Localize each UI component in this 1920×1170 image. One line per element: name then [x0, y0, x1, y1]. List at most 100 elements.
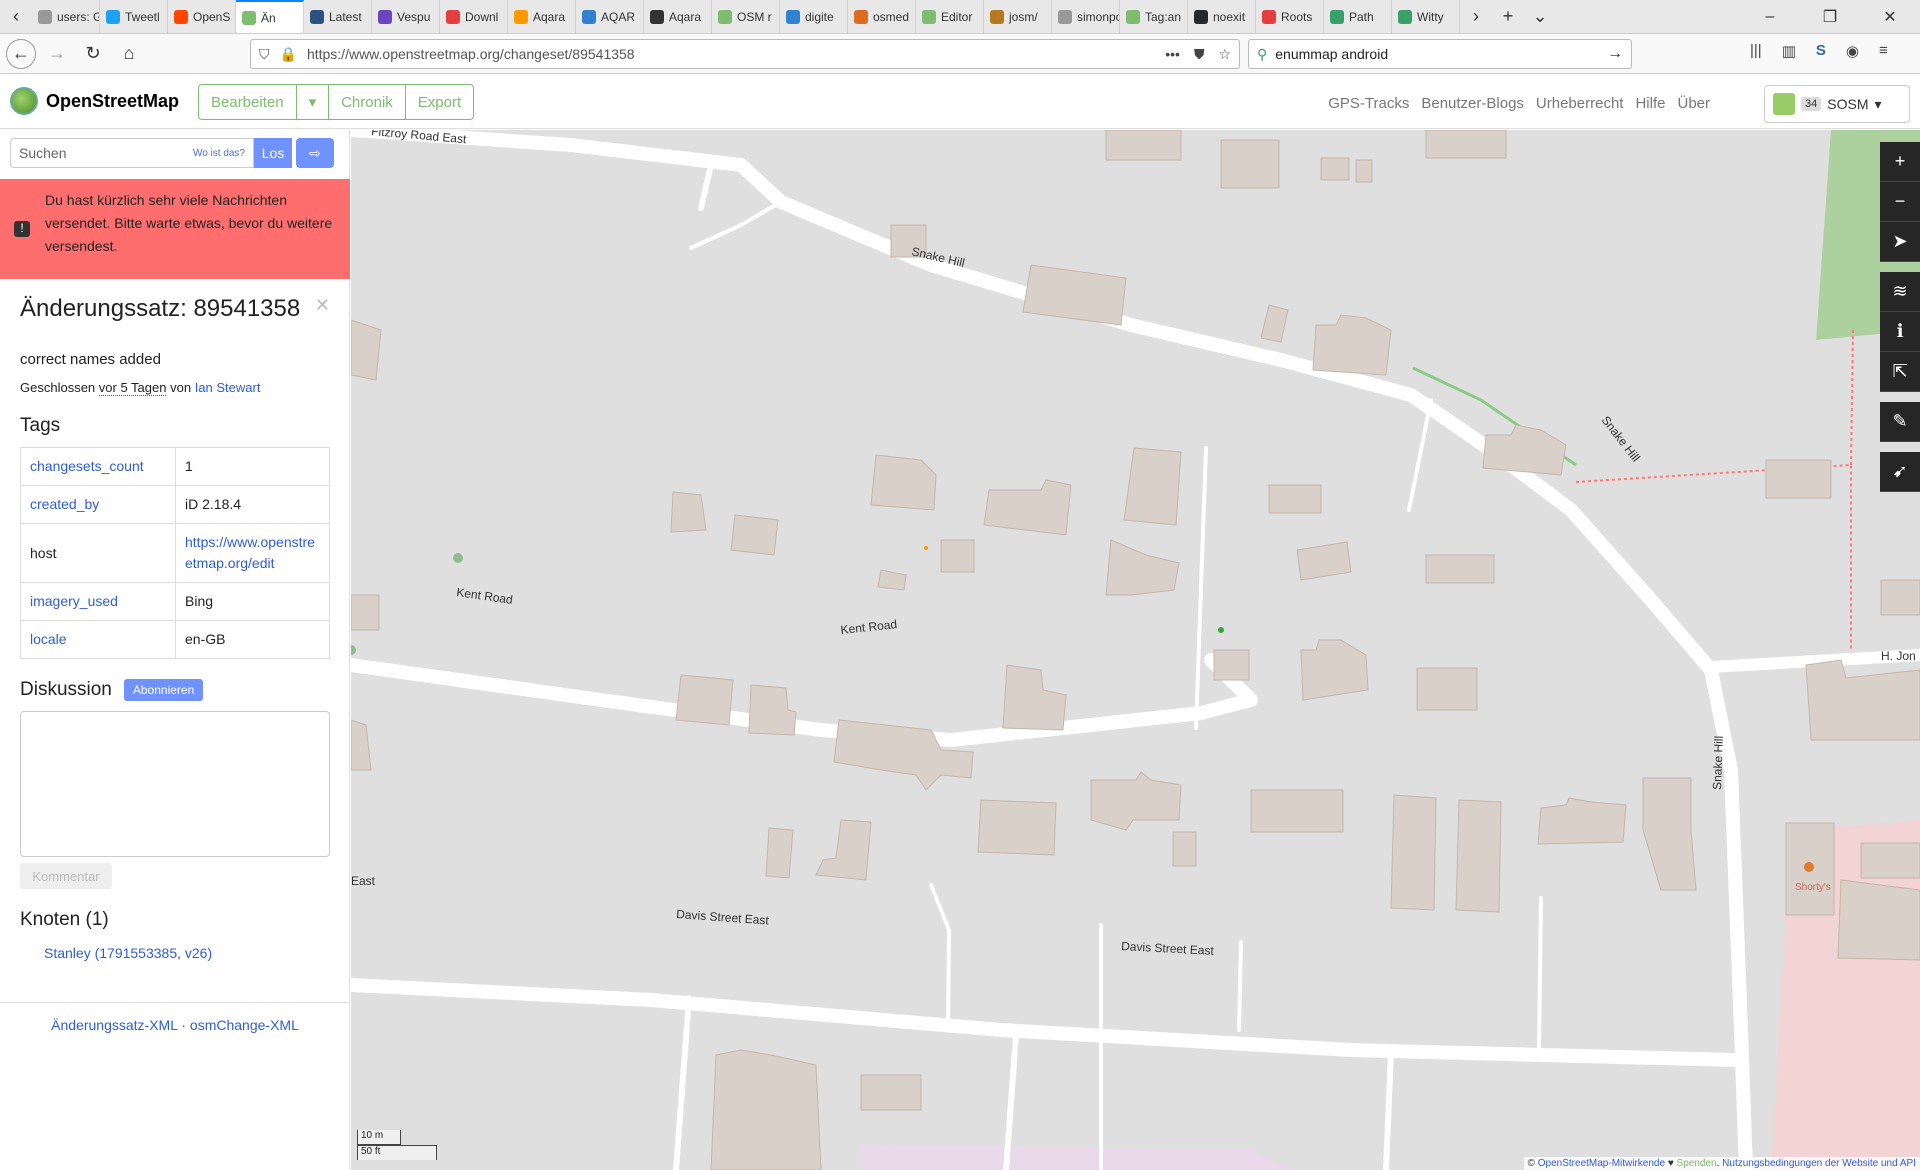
- edit-button[interactable]: Bearbeiten: [199, 85, 297, 119]
- address-bar[interactable]: ⛉ 🔒 https://www.openstreetmap.org/change…: [250, 39, 1240, 69]
- pocket-icon[interactable]: ⛊: [1194, 46, 1205, 63]
- browser-tab[interactable]: Vespu: [372, 0, 440, 33]
- page-actions-icon[interactable]: •••: [1165, 46, 1180, 63]
- tag-value: 1: [175, 447, 330, 486]
- tag-value[interactable]: https://www.openstreetmap.org/edit: [175, 523, 330, 583]
- browser-tab[interactable]: OSM r: [712, 0, 780, 33]
- kent-road: [351, 653, 1258, 747]
- layers-icon[interactable]: ≋: [1880, 272, 1920, 312]
- nav-copyright[interactable]: Urheberrecht: [1536, 95, 1624, 112]
- user-name: SOSM: [1827, 96, 1869, 112]
- tag-key[interactable]: locale: [20, 620, 176, 659]
- new-tab-icon[interactable]: +: [1492, 0, 1524, 33]
- favicon-icon: [242, 10, 256, 25]
- restore-icon[interactable]: ❐: [1800, 0, 1860, 33]
- osm-logo[interactable]: OpenStreetMap: [10, 87, 179, 115]
- nav-gps-traces[interactable]: GPS-Tracks: [1328, 95, 1409, 112]
- footway-8: [673, 995, 692, 1170]
- browser-tab[interactable]: osmed: [848, 0, 916, 33]
- search-input[interactable]: Suchen Wo ist das?: [10, 138, 254, 168]
- account-icon[interactable]: ◉: [1846, 42, 1859, 60]
- nav-help[interactable]: Hilfe: [1635, 95, 1665, 112]
- favicon-icon: [378, 9, 392, 24]
- browser-tab[interactable]: digite: [780, 0, 848, 33]
- edit-dropdown-icon[interactable]: ▾: [297, 85, 330, 119]
- browser-tab[interactable]: users: Gern: [32, 0, 100, 33]
- node-link[interactable]: Stanley (1791553385, v26): [20, 945, 330, 961]
- browser-tab[interactable]: simonpoo: [1052, 0, 1120, 33]
- changeset-meta: Geschlossen vor 5 Tagen von Ian Stewart: [20, 380, 330, 396]
- close-window-icon[interactable]: ✕: [1860, 0, 1920, 33]
- browser-tab[interactable]: Downl: [440, 0, 508, 33]
- browser-tab[interactable]: OpenS: [168, 0, 236, 33]
- browser-tab[interactable]: Aqara: [644, 0, 712, 33]
- tag-key[interactable]: changesets_count: [20, 447, 176, 486]
- back-icon[interactable]: ←: [6, 38, 36, 69]
- comment-textarea[interactable]: [20, 711, 330, 857]
- nav-about[interactable]: Über: [1677, 95, 1710, 112]
- user-link[interactable]: Ian Stewart: [195, 380, 261, 395]
- browser-tab[interactable]: Tag:an: [1120, 0, 1188, 33]
- home-icon[interactable]: ⌂: [114, 39, 144, 69]
- zoom-out-icon[interactable]: −: [1880, 182, 1920, 222]
- subscribe-button[interactable]: Abonnieren: [123, 679, 204, 701]
- browser-tab[interactable]: noexit: [1188, 0, 1256, 33]
- browser-tab[interactable]: Tweetl: [100, 0, 168, 33]
- browser-tab[interactable]: Editor: [916, 0, 984, 33]
- geolocate-icon[interactable]: ➤: [1880, 222, 1920, 262]
- terms-link[interactable]: Nutzungsbedingungen der Website und API: [1722, 1158, 1916, 1169]
- menu-icon[interactable]: ≡: [1879, 42, 1888, 60]
- tab-scroll-left-icon[interactable]: ‹: [0, 0, 32, 33]
- osmchange-xml-link[interactable]: osmChange-XML: [190, 1017, 299, 1033]
- browser-nav-bar: ← → ↻ ⌂ ⛉ 🔒 https://www.openstreetmap.or…: [0, 34, 1920, 74]
- road-label-davis-1: Davis Street East: [676, 907, 770, 927]
- favicon-icon: [514, 9, 528, 24]
- tab-scroll-right-icon[interactable]: ›: [1460, 0, 1492, 33]
- browser-tab[interactable]: Path: [1324, 0, 1392, 33]
- share-icon[interactable]: ⇱: [1880, 352, 1920, 392]
- heart-icon: ♥: [1667, 1158, 1674, 1169]
- nav-user-diaries[interactable]: Benutzer-Blogs: [1421, 95, 1524, 112]
- search-go-button[interactable]: Los: [254, 138, 292, 168]
- contributors-link[interactable]: OpenStreetMap-Mitwirkende: [1538, 1158, 1665, 1169]
- browser-tab[interactable]: Än: [236, 0, 304, 33]
- tags-heading: Tags: [20, 415, 61, 436]
- library-icon[interactable]: |||: [1750, 42, 1762, 60]
- export-button[interactable]: Export: [406, 85, 473, 119]
- user-menu[interactable]: 34 SOSM ▾: [1764, 85, 1910, 123]
- tag-key[interactable]: imagery_used: [20, 582, 176, 621]
- directions-icon[interactable]: ⇨: [296, 138, 334, 168]
- tab-list-icon[interactable]: ⌄: [1524, 0, 1556, 33]
- top-nav: GPS-Tracks Benutzer-Blogs Urheberrecht H…: [1328, 95, 1710, 112]
- sidebar-icon[interactable]: ▥: [1782, 42, 1796, 60]
- browser-tab[interactable]: AQAR: [576, 0, 644, 33]
- browser-search-bar[interactable]: ⚲ enummap android →: [1248, 39, 1632, 69]
- search-go-icon[interactable]: →: [1607, 45, 1623, 63]
- map-view[interactable]: Fitzroy Road East Snake Hill Snake Hill …: [351, 130, 1920, 1170]
- tag-key[interactable]: created_by: [20, 485, 176, 524]
- changeset-xml-link[interactable]: Änderungssatz-XML: [51, 1017, 177, 1033]
- reload-icon[interactable]: ↻: [78, 39, 108, 69]
- add-note-icon[interactable]: ✎: [1880, 402, 1920, 442]
- zoom-in-icon[interactable]: +: [1880, 142, 1920, 182]
- where-is-this-link[interactable]: Wo ist das?: [193, 148, 245, 159]
- map-key-icon[interactable]: ℹ: [1880, 312, 1920, 352]
- browser-tab[interactable]: Latest: [304, 0, 372, 33]
- map-canvas[interactable]: Fitzroy Road East Snake Hill Snake Hill …: [351, 130, 1920, 1170]
- minimize-icon[interactable]: –: [1740, 0, 1800, 33]
- tag-value: Bing: [175, 582, 330, 621]
- browser-tab[interactable]: josm/: [984, 0, 1052, 33]
- browser-tab[interactable]: Witty: [1392, 0, 1460, 33]
- query-features-icon[interactable]: ➹: [1880, 452, 1920, 492]
- close-icon[interactable]: ✕: [315, 295, 330, 316]
- donate-link[interactable]: Spenden: [1677, 1158, 1717, 1169]
- forward-icon[interactable]: →: [42, 39, 72, 69]
- history-button[interactable]: Chronik: [329, 85, 406, 119]
- tab-label: osmed: [873, 9, 910, 24]
- bookmark-star-icon[interactable]: ☆: [1218, 46, 1231, 63]
- browser-tab[interactable]: Aqara: [508, 0, 576, 33]
- extension-s-icon[interactable]: S: [1816, 42, 1826, 60]
- shield-icon[interactable]: ⛉: [259, 46, 270, 63]
- browser-tab[interactable]: Roots: [1256, 0, 1324, 33]
- comment-button[interactable]: Kommentar: [20, 863, 112, 889]
